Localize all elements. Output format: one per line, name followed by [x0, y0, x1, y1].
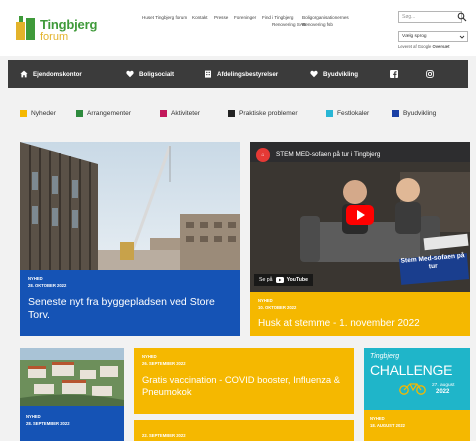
nav-item-label: Afdelingsbestyrelser: [217, 70, 279, 78]
category-nyheder[interactable]: Nyheder: [20, 110, 56, 117]
news-card-challenge[interactable]: Tingbjerg CHALLENGE 27. august 2022 Nyhe…: [364, 348, 470, 441]
card-tag: Nyhed: [26, 414, 41, 419]
bicycle-icon: [399, 383, 426, 395]
topnav-link-find[interactable]: Find i Tingbjerg: [262, 15, 293, 21]
card-date: 18. august 2022: [370, 423, 405, 428]
home-icon: [20, 70, 28, 78]
category-label: Festlokaler: [337, 110, 370, 117]
category-aktiviteter[interactable]: Aktiviteter: [160, 110, 200, 117]
google-translate-note: Leveret af Google Oversæt: [398, 44, 449, 49]
topnav-link-associations[interactable]: Foreninger: [234, 15, 256, 21]
card-tag: Nyhed: [28, 276, 43, 281]
nav-item-afdelingsbestyrelser[interactable]: Afdelingsbestyrelser: [204, 60, 278, 88]
topnav-link-house[interactable]: Huset Tingbjerg forum: [142, 15, 187, 21]
challenge-brand: Tingbjerg: [370, 353, 400, 360]
challenge-date: 27. august: [432, 383, 455, 388]
card-tag: Nyhed: [142, 354, 157, 359]
category-festlokaler[interactable]: Festlokaler: [326, 110, 369, 117]
channel-avatar-glyph: ⌂: [261, 152, 265, 158]
search-input[interactable]: Søg...: [398, 11, 462, 23]
logo-subtitle: forum: [40, 31, 69, 43]
category-label: Aktiviteter: [171, 110, 200, 117]
category-swatch: [76, 110, 83, 117]
news-card-construction[interactable]: Nyhed 28. oktober 2022 Seneste nyt fra b…: [20, 142, 240, 336]
category-filters: Nyheder Arrangementer Aktiviteter Prakti…: [20, 110, 470, 124]
card-date: 26. september 2022: [142, 361, 186, 366]
category-swatch: [20, 110, 27, 117]
card-tag: Nyhed: [258, 298, 273, 303]
topnav-link-renovering-fsb[interactable]: Renovering fsb: [302, 22, 333, 28]
nav-item-label: Ejendomskontor: [33, 70, 82, 78]
card-date: 10. oktober 2022: [258, 305, 297, 310]
category-praktiske-problemer[interactable]: Praktiske problemer: [228, 110, 298, 117]
search-icon[interactable]: [457, 12, 467, 22]
card-date: 28. oktober 2022: [28, 283, 67, 288]
nav-item-byudvikling[interactable]: Byudvikling: [310, 60, 358, 88]
card-date: 22. september 2022: [142, 433, 186, 438]
news-card-vote[interactable]: ⌂ STEM MED-sofaen på tur i Tingbjerg Ste…: [250, 142, 470, 336]
category-swatch: [392, 110, 399, 117]
nav-item-ejendomskontor[interactable]: Ejendomskontor: [20, 60, 82, 88]
topnav-link-renovering-sab[interactable]: Renovering SAB: [272, 22, 306, 28]
card-title: Seneste nyt fra byggepladsen ved Store T…: [28, 296, 215, 321]
category-label: Nyheder: [31, 110, 56, 117]
main-navigation: Ejendomskontor Boligsocialt Afdelingsbes…: [8, 60, 468, 88]
nav-item-label: Byudvikling: [323, 70, 359, 78]
card-tag: Nyhed: [370, 416, 385, 421]
nav-item-instagram[interactable]: [426, 60, 434, 88]
news-card-aerial[interactable]: Nyhed 28. september 2022: [20, 348, 124, 441]
card-date: 28. september 2022: [26, 421, 70, 426]
language-select-value: Vælg sprog: [402, 34, 427, 39]
topnav-link-contact[interactable]: Kontakt: [192, 15, 208, 21]
facebook-icon: [390, 70, 398, 78]
translate-note-brand[interactable]: Oversæt: [432, 44, 449, 49]
card-title: Husk at stemme - 1. november 2022: [258, 318, 420, 329]
category-label: Byudvikling: [403, 110, 437, 117]
youtube-video[interactable]: ⌂ STEM MED-sofaen på tur i Tingbjerg Ste…: [250, 142, 470, 292]
logo-mark-icon: [16, 16, 35, 40]
site-logo[interactable]: Tingbjerg forum: [16, 14, 98, 46]
top-navigation: Huset Tingbjerg forum Kontakt Presse For…: [142, 13, 394, 35]
watch-on-youtube[interactable]: Se på YouTube: [254, 274, 313, 286]
watch-on-label: Se på: [259, 277, 273, 283]
building-icon: [205, 70, 211, 78]
news-card-vaccination[interactable]: Nyhed 26. september 2022 Gratis vaccinat…: [134, 348, 354, 414]
aerial-rendering-photo: [20, 348, 124, 406]
topnav-link-press[interactable]: Presse: [214, 15, 228, 21]
category-swatch: [326, 110, 333, 117]
topnav-link-housing-orgs[interactable]: Boligorganisationernes: [302, 15, 349, 21]
category-label: Arrangementer: [87, 110, 131, 117]
site-header: Tingbjerg forum Huset Tingbjerg forum Ko…: [0, 0, 476, 56]
language-select[interactable]: Vælg sprog: [398, 31, 468, 42]
nav-item-boligsocialt[interactable]: Boligsocialt: [126, 60, 174, 88]
challenge-year: 2022: [436, 389, 450, 395]
nav-item-facebook[interactable]: [390, 60, 398, 88]
heart-icon: [310, 70, 318, 78]
video-channel-avatar[interactable]: ⌂: [256, 148, 270, 162]
instagram-icon: [426, 70, 434, 78]
card-title: Gratis vaccination - COVID booster, Infl…: [142, 374, 341, 397]
category-swatch: [228, 110, 235, 117]
youtube-play-icon[interactable]: [346, 205, 374, 225]
construction-photo: [20, 142, 240, 270]
chevron-down-icon: [459, 35, 465, 39]
category-byudvikling[interactable]: Byudvikling: [392, 110, 436, 117]
nav-item-label: Boligsocialt: [139, 70, 175, 78]
category-arrangementer[interactable]: Arrangementer: [76, 110, 131, 117]
youtube-logo-icon: [275, 277, 284, 283]
video-title[interactable]: STEM MED-sofaen på tur i Tingbjerg: [276, 151, 380, 158]
challenge-title: CHALLENGE: [370, 362, 453, 378]
heart-icon: [126, 70, 134, 78]
watch-on-brand: YouTube: [286, 277, 308, 283]
logo-title: Tingbjerg: [40, 17, 98, 32]
category-swatch: [160, 110, 167, 117]
category-label: Praktiske problemer: [239, 110, 298, 117]
translate-note-text: Leveret af Google: [398, 44, 432, 49]
news-card-next[interactable]: 22. september 2022: [134, 420, 354, 441]
